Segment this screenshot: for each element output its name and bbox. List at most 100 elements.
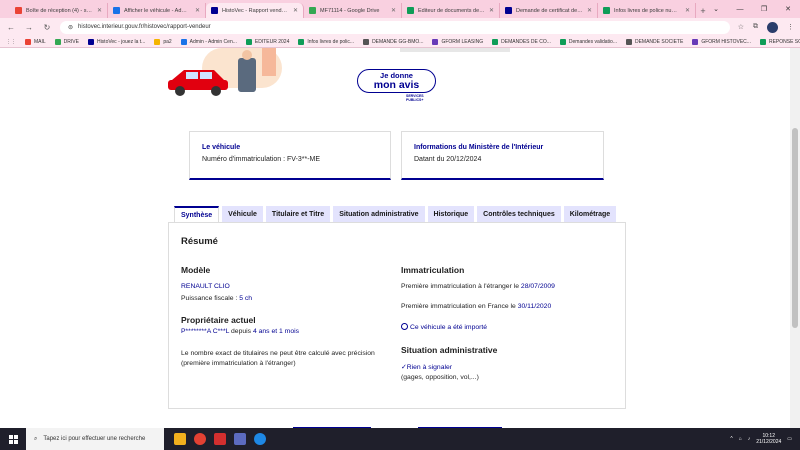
owners-note: Le nombre exact de titulaires ne peut êt… <box>181 350 375 367</box>
edge-icon[interactable] <box>254 433 266 445</box>
browser-tab[interactable]: Demande de certificat de situ ✕ <box>500 3 598 18</box>
tab-close-icon[interactable]: ✕ <box>293 7 298 14</box>
bookmark-favicon-icon <box>154 38 161 45</box>
ministry-card-title: Informations du Ministère de l'Intérieur <box>414 144 544 151</box>
tab-situation-administrative[interactable]: Situation administrative <box>333 206 425 222</box>
page-scrollbar[interactable] <box>790 48 800 428</box>
tab-vehicule[interactable]: Véhicule <box>222 206 263 222</box>
browser-tab[interactable]: Afficher le véhicule - Admin Ce ✕ <box>108 3 206 18</box>
search-icon: ⌕ <box>34 435 38 442</box>
notifications-icon[interactable]: ▭ <box>787 436 792 442</box>
bookmark-label: Demandes validatio... <box>568 38 617 45</box>
restore-icon[interactable]: ❐ <box>752 0 776 18</box>
browser-tab[interactable]: Infos livres de police numériqu ✕ <box>598 3 696 18</box>
forward-icon[interactable]: → <box>24 23 34 32</box>
tab-favicon-icon <box>113 7 120 14</box>
volume-icon[interactable]: ♪ <box>748 436 751 442</box>
bookmark-item[interactable]: DEMANDE GG-BMO... <box>363 38 424 45</box>
feedback-button[interactable]: Je donne mon avis <box>357 69 436 93</box>
vehicle-plate: Numéro d'immatriculation : FV-3**-ME <box>202 156 321 163</box>
tab-kilometrage[interactable]: Kilométrage <box>563 206 617 222</box>
bookmark-item[interactable]: Admin - Admin Cen... <box>180 38 237 45</box>
profile-avatar[interactable] <box>767 21 778 33</box>
bookmark-favicon-icon <box>432 38 439 45</box>
vehicle-card-title: Le véhicule <box>202 144 241 151</box>
tab-synthese[interactable]: Synthèse <box>174 206 220 222</box>
bookmark-item[interactable]: Demandes validatio... <box>559 38 617 45</box>
bookmark-item[interactable]: HistoVec - jouez la t... <box>87 38 146 45</box>
admin-status-text: Rien à signaler <box>406 364 453 371</box>
bookmark-item[interactable]: DEMANDE SOCIETE <box>625 38 683 45</box>
bookmark-item[interactable]: GFORM HISTOVEC... <box>692 38 751 45</box>
tab-close-icon[interactable]: ✕ <box>489 7 494 14</box>
tab-close-icon[interactable]: ✕ <box>391 7 396 14</box>
chevron-down-icon[interactable]: ⌄ <box>704 0 728 18</box>
tab-favicon-icon <box>211 7 218 14</box>
network-icon[interactable]: ⌂ <box>739 436 742 442</box>
tab-titulaire[interactable]: Titulaire et Titre <box>265 206 331 222</box>
bookmark-label: Admin - Admin Cen... <box>189 38 237 45</box>
chrome-icon[interactable] <box>194 433 206 445</box>
first-foreign-label: Première immatriculation à l'étranger le <box>401 283 520 290</box>
browser-tab[interactable]: Editeur de documents de rech ✕ <box>402 3 500 18</box>
close-window-icon[interactable]: ✕ <box>776 0 800 18</box>
bookmark-label: pa2 <box>163 38 172 45</box>
menu-icon[interactable]: ⋮ <box>787 23 794 31</box>
scrollbar-thumb[interactable] <box>792 128 798 328</box>
tab-historique[interactable]: Historique <box>427 206 475 222</box>
feedback-label-2: mon avis <box>373 78 420 91</box>
bookmark-item[interactable]: EDITEUR 2024 <box>245 38 289 45</box>
bookmark-label: GFORM LEASING <box>441 38 484 45</box>
summary-panel: Résumé Modèle RENAULT CLIO Puissance fis… <box>168 222 626 409</box>
bookmark-label: DEMANDE GG-BMO... <box>372 38 424 45</box>
url-field[interactable]: ⊜ histovec.interieur.gouv.fr/histovec/ra… <box>60 20 730 34</box>
tab-controles-techniques[interactable]: Contrôles techniques <box>477 206 561 222</box>
bookmark-item[interactable]: pa2 <box>154 38 172 45</box>
owner-line: P********A C***L depuis 4 ans et 1 mois <box>181 328 299 335</box>
bookmark-item[interactable]: DEMANDES DE CO... <box>492 38 551 45</box>
first-fr-date: 30/11/2020 <box>517 303 552 310</box>
site-info-icon[interactable]: ⊜ <box>68 24 73 31</box>
car-sale-illustration <box>168 48 282 96</box>
browser-tab[interactable]: MF71114 - Google Drive ✕ <box>304 3 402 18</box>
fiscal-power-value: 5 ch <box>239 295 253 302</box>
bookmark-label: REPONSE SOCIETE <box>768 38 800 45</box>
bookmark-star-icon[interactable]: ☆ <box>738 23 744 31</box>
bookmark-item[interactable]: REPONSE SOCIETE <box>759 38 800 45</box>
first-fr-label: Première immatriculation en France le <box>401 303 516 310</box>
clock[interactable]: 10:12 21/12/2024 <box>756 433 781 446</box>
summary-title: Résumé <box>181 236 218 247</box>
owner-heading: Propriétaire actuel <box>181 315 256 325</box>
tab-close-icon[interactable]: ✕ <box>97 7 102 14</box>
window-controls: ⌄ — ❐ ✕ <box>704 0 800 18</box>
apps-grid-icon[interactable]: ⋮⋮ <box>6 39 16 45</box>
tab-close-icon[interactable]: ✕ <box>587 7 592 14</box>
extensions-icon[interactable]: ⧉ <box>753 23 758 31</box>
app-icon[interactable] <box>234 433 246 445</box>
back-icon[interactable]: ← <box>6 23 16 32</box>
tray-chevron-icon[interactable]: ^ <box>730 436 732 442</box>
bookmark-item[interactable]: MAIL <box>25 38 46 45</box>
bookmark-item[interactable]: GFORM LEASING <box>432 38 484 45</box>
bookmark-item[interactable]: Infos livres de polic... <box>298 38 354 45</box>
tab-close-icon[interactable]: ✕ <box>195 7 200 14</box>
services-label-2: PUBLICS+ <box>406 97 424 102</box>
bookmark-item[interactable]: DRIVE <box>54 38 79 45</box>
browser-tab[interactable]: Boîte de réception (4) - samarr ✕ <box>10 3 108 18</box>
bookmark-label: HistoVec - jouez la t... <box>96 38 146 45</box>
model-value: RENAULT CLIO <box>181 283 230 290</box>
minimize-icon[interactable]: — <box>728 0 752 18</box>
bookmark-favicon-icon <box>692 38 699 45</box>
tab-label: Afficher le véhicule - Admin Ce <box>124 7 191 14</box>
tab-label: MF71114 - Google Drive <box>320 7 380 14</box>
taskbar-search[interactable]: ⌕ Tapez ici pour effectuer une recherche <box>26 428 164 450</box>
pdf-reader-icon[interactable] <box>214 433 226 445</box>
start-button[interactable] <box>0 428 26 450</box>
admin-detail: (gages, opposition, vol,...) <box>401 374 479 381</box>
first-fr-registration: Première immatriculation en France le 30… <box>401 303 551 310</box>
reload-icon[interactable]: ↻ <box>42 23 52 32</box>
tab-close-icon[interactable]: ✕ <box>685 7 690 14</box>
file-explorer-icon[interactable] <box>174 433 186 445</box>
browser-tab-active[interactable]: HistoVec - Rapport vendeur ✕ <box>206 3 304 18</box>
ministry-card: Informations du Ministère de l'Intérieur… <box>401 131 604 180</box>
